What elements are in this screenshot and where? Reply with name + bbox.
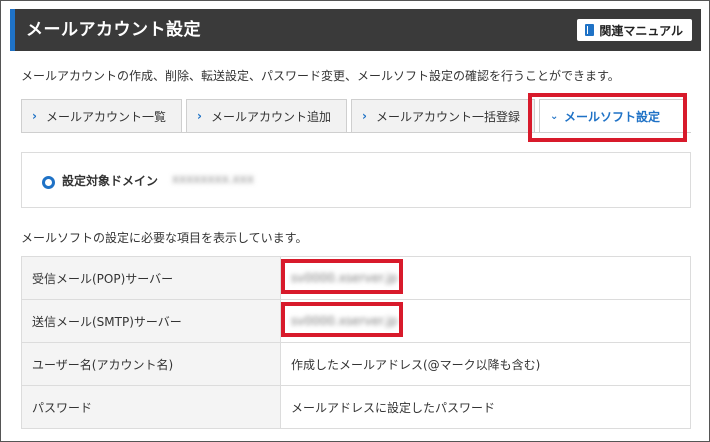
smtp-server-value: sv0000.xserver.jp: [280, 299, 691, 343]
book-icon: [585, 24, 595, 36]
page-title: メールアカウント設定: [26, 20, 201, 40]
table-row: 受信メール(POP)サーバー sv0000.xserver.jp: [21, 256, 691, 300]
table-row: ユーザー名(アカウント名) 作成したメールアドレス(@マーク以降も含む): [21, 342, 691, 386]
tab-account-bulk-register[interactable]: › メールアカウント一括登録: [351, 99, 535, 132]
page-header: メールアカウント設定 関連マニュアル: [10, 9, 701, 51]
tab-mail-software-settings[interactable]: ⌄ メールソフト設定: [539, 99, 687, 133]
tab-label: メールアカウント追加: [211, 109, 332, 124]
target-domain-label: 設定対象ドメイン: [62, 174, 159, 188]
mail-settings-table: 受信メール(POP)サーバー sv0000.xserver.jp 送信メール(S…: [21, 256, 691, 429]
tab-label: メールアカウント一括登録: [376, 109, 521, 124]
page-frame: メールアカウント設定 関連マニュアル メールアカウントの作成、削除、転送設定、パ…: [0, 0, 710, 442]
pop-server-value: sv0000.xserver.jp: [280, 256, 691, 300]
page-description: メールアカウントの作成、削除、転送設定、パスワード変更、メールソフト設定の確認を…: [21, 69, 620, 83]
password-value: メールアドレスに設定したパスワード: [280, 385, 691, 429]
target-domain-panel: 設定対象ドメイン xxxxxxxx.xxx: [21, 152, 691, 208]
radio-dot-icon: [42, 176, 55, 189]
related-manual-button[interactable]: 関連マニュアル: [577, 19, 692, 41]
chevron-right-icon: ›: [362, 109, 367, 123]
chevron-right-icon: ›: [197, 109, 202, 123]
pop-server-label: 受信メール(POP)サーバー: [21, 256, 281, 300]
table-row: 送信メール(SMTP)サーバー sv0000.xserver.jp: [21, 299, 691, 343]
table-row: パスワード メールアドレスに設定したパスワード: [21, 385, 691, 429]
smtp-server-label: 送信メール(SMTP)サーバー: [21, 299, 281, 343]
related-manual-label: 関連マニュアル: [599, 23, 683, 38]
tab-label: メールソフト設定: [564, 110, 661, 124]
tab-divider: [21, 132, 691, 133]
tab-bar: › メールアカウント一覧 › メールアカウント追加 › メールアカウント一括登録…: [21, 99, 691, 133]
settings-info-text: メールソフトの設定に必要な項目を表示しています。: [21, 231, 308, 245]
username-value: 作成したメールアドレス(@マーク以降も含む): [280, 342, 691, 386]
password-label: パスワード: [21, 385, 281, 429]
tab-account-add[interactable]: › メールアカウント追加: [186, 99, 347, 132]
chevron-right-icon: ›: [32, 109, 37, 123]
chevron-down-icon: ⌄: [550, 111, 559, 122]
pop-server-text: sv0000.xserver.jp: [291, 271, 398, 285]
username-label: ユーザー名(アカウント名): [21, 342, 281, 386]
smtp-server-text: sv0000.xserver.jp: [291, 314, 398, 328]
tab-account-list[interactable]: › メールアカウント一覧: [21, 99, 182, 132]
tab-label: メールアカウント一覧: [46, 109, 167, 124]
target-domain-value: xxxxxxxx.xxx: [172, 172, 254, 186]
